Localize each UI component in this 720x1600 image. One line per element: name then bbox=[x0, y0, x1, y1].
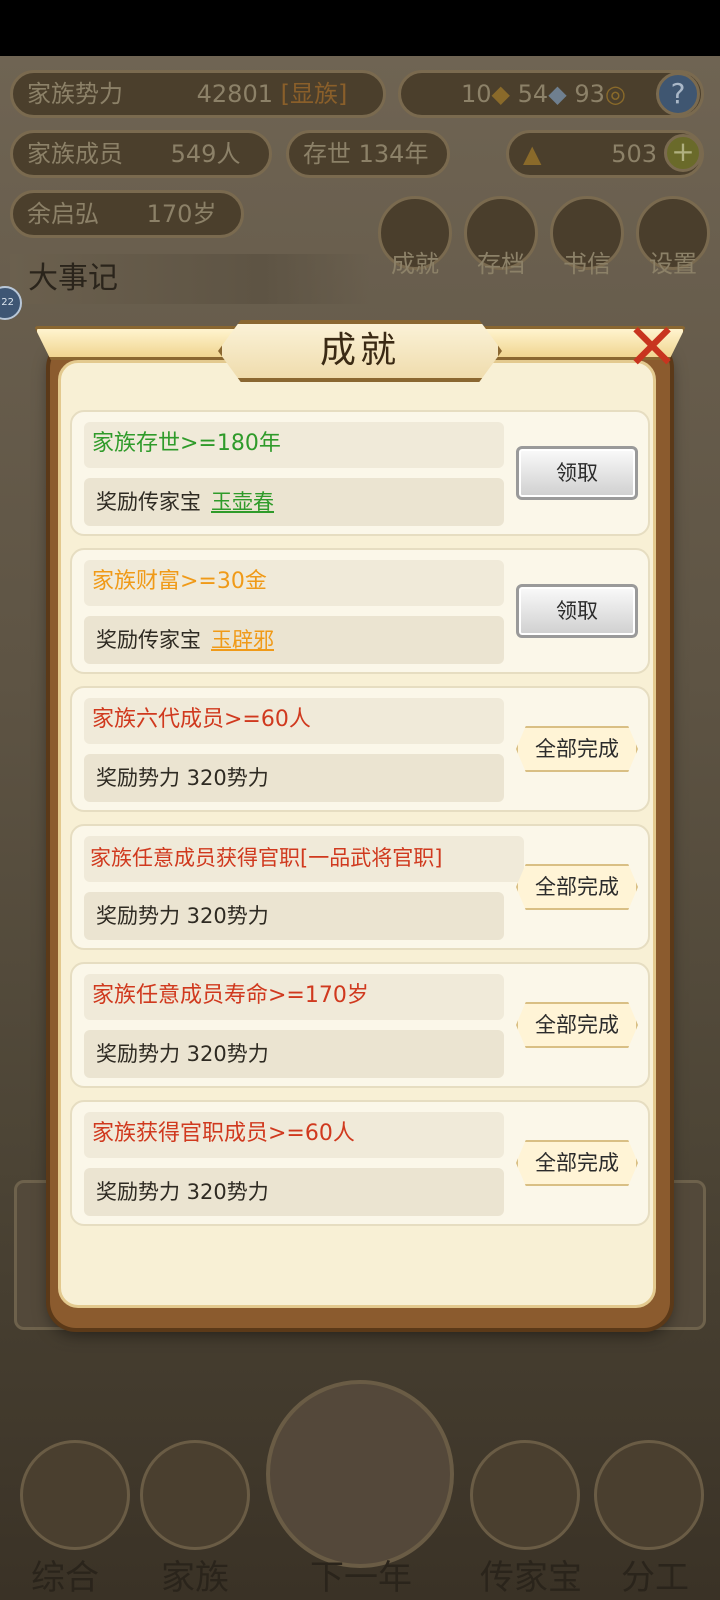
existence-value: 134年 bbox=[358, 140, 429, 168]
menu-settings-label: 设置 bbox=[649, 250, 697, 278]
coin-icon: ◎ bbox=[604, 80, 626, 108]
claim-button[interactable]: 领取 bbox=[516, 584, 638, 638]
family-power-value: 42801 bbox=[196, 80, 273, 108]
add-ingots-icon[interactable]: + bbox=[664, 134, 702, 172]
heirloom-nav-icon[interactable] bbox=[470, 1440, 580, 1550]
menu-letters-label: 书信 bbox=[563, 250, 611, 278]
dialog-title-plate: 成就 bbox=[218, 320, 502, 382]
achievement-condition: 家族存世>=180年 bbox=[84, 422, 504, 468]
achievement-condition: 家族任意成员寿命>=170岁 bbox=[84, 974, 504, 1020]
family-members-label: 家族成员 bbox=[27, 140, 123, 168]
reward-label: 奖励传家宝 bbox=[96, 628, 201, 652]
family-power-label: 家族势力 bbox=[27, 80, 123, 108]
chronicle-header: 大事记 bbox=[10, 254, 370, 304]
achievement-card-4: 家族任意成员获得官职[一品武将官职] 奖励势力 320势力 全部完成 bbox=[70, 824, 650, 950]
achievement-card-5: 家族任意成员寿命>=170岁 奖励势力 320势力 全部完成 bbox=[70, 962, 650, 1088]
completed-badge: 全部完成 bbox=[516, 864, 638, 910]
division-nav-icon[interactable] bbox=[594, 1440, 704, 1550]
family-rank-badge: [显族] bbox=[280, 80, 348, 108]
nav-next-year-label: 下一年 bbox=[310, 1558, 412, 1598]
gold-bars-count: 10 bbox=[461, 80, 492, 108]
menu-save-label: 存档 bbox=[477, 250, 525, 278]
reward-treasure-link[interactable]: 玉辟邪 bbox=[211, 628, 274, 652]
completed-badge: 全部完成 bbox=[516, 1140, 638, 1186]
patriarch-age: 170岁 bbox=[146, 200, 217, 228]
achievement-reward: 奖励传家宝 玉辟邪 bbox=[84, 616, 504, 664]
achievement-reward: 奖励传家宝 玉壶春 bbox=[84, 478, 504, 526]
achievement-card-2: 家族财富>=30金 奖励传家宝 玉辟邪 领取 bbox=[70, 548, 650, 674]
coins-count: 93 bbox=[574, 80, 605, 108]
achievement-condition: 家族六代成员>=60人 bbox=[84, 698, 504, 744]
achievement-condition: 家族任意成员获得官职[一品武将官职] bbox=[84, 836, 524, 882]
achievement-reward: 奖励势力 320势力 bbox=[84, 1168, 504, 1216]
achievement-reward: 奖励势力 320势力 bbox=[84, 1030, 504, 1078]
nav-division-label: 分工 bbox=[621, 1558, 689, 1598]
family-members-pill: 家族成员 549人 bbox=[10, 130, 272, 178]
help-icon[interactable]: ? bbox=[656, 72, 700, 116]
nav-family-label: 家族 bbox=[161, 1558, 229, 1598]
nav-heirloom-label: 传家宝 bbox=[480, 1558, 582, 1598]
patriarch-name: 余启弘 bbox=[27, 200, 99, 228]
family-members-value: 549人 bbox=[170, 140, 241, 168]
gold-bar-icon: ◆ bbox=[491, 80, 511, 108]
family-power-pill: 家族势力 42801 [显族] bbox=[10, 70, 386, 118]
silver-bar-icon: ◆ bbox=[548, 80, 567, 108]
claim-button[interactable]: 领取 bbox=[516, 446, 638, 500]
achievement-reward: 奖励势力 320势力 bbox=[84, 754, 504, 802]
reward-label: 奖励传家宝 bbox=[96, 490, 201, 514]
family-nav-icon[interactable] bbox=[140, 1440, 250, 1550]
achievement-condition: 家族财富>=30金 bbox=[84, 560, 504, 606]
achievement-condition: 家族获得官职成员>=60人 bbox=[84, 1112, 504, 1158]
ingots-value: 503 bbox=[611, 140, 657, 168]
existence-label: 存世 bbox=[303, 140, 351, 168]
reward-treasure-link[interactable]: 玉壶春 bbox=[211, 490, 274, 514]
ingot-icon: ▲ bbox=[523, 140, 542, 168]
title-wing-left bbox=[34, 326, 244, 360]
achievement-card-1: 家族存世>=180年 奖励传家宝 玉壶春 领取 bbox=[70, 410, 650, 536]
completed-badge: 全部完成 bbox=[516, 726, 638, 772]
dialog-title: 成就 bbox=[319, 330, 400, 371]
completed-badge: 全部完成 bbox=[516, 1002, 638, 1048]
existence-pill: 存世 134年 bbox=[286, 130, 450, 178]
next-year-icon[interactable] bbox=[266, 1380, 454, 1568]
overview-nav-icon[interactable] bbox=[20, 1440, 130, 1550]
silver-bars-count: 54 bbox=[517, 80, 549, 108]
nav-overview-label: 综合 bbox=[31, 1558, 99, 1598]
close-x-icon[interactable]: ✕ bbox=[618, 316, 686, 386]
status-bar bbox=[0, 0, 720, 56]
achievement-reward: 奖励势力 320势力 bbox=[84, 892, 504, 940]
patriarch-pill: 余启弘 170岁 bbox=[10, 190, 244, 238]
achievement-card-6: 家族获得官职成员>=60人 奖励势力 320势力 全部完成 bbox=[70, 1100, 650, 1226]
menu-achievement-label: 成就 bbox=[391, 250, 439, 278]
achievement-card-3: 家族六代成员>=60人 奖励势力 320势力 全部完成 bbox=[70, 686, 650, 812]
